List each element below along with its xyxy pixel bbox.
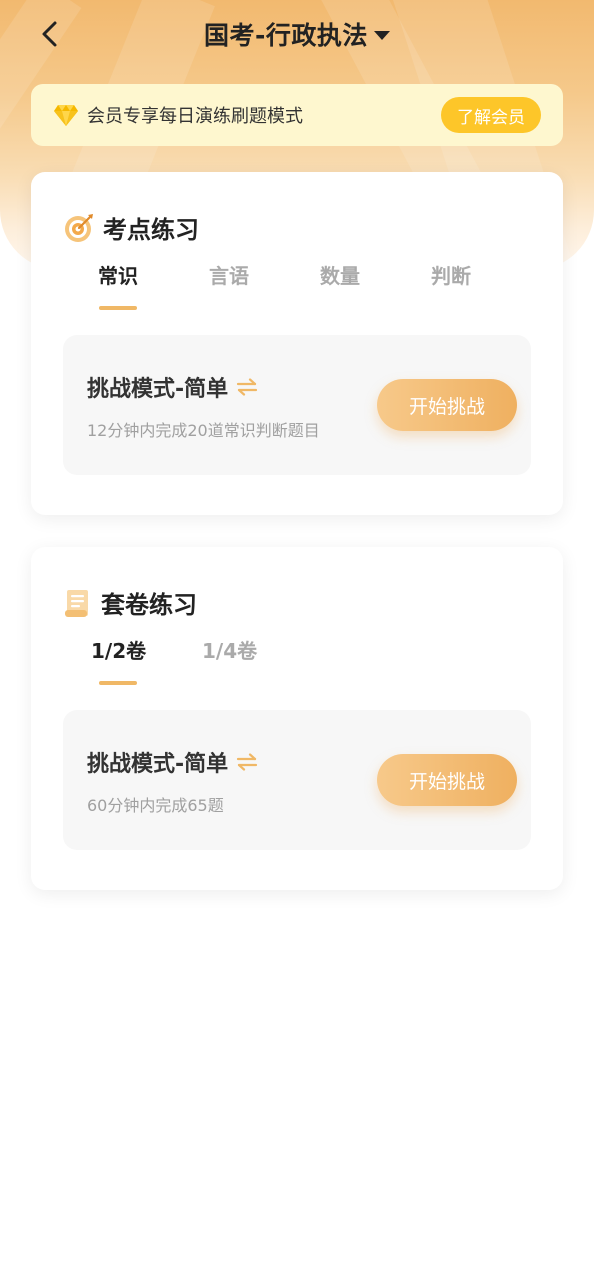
exam-selector[interactable]: 国考-行政执法 — [0, 16, 594, 52]
diamond-icon — [54, 105, 78, 126]
challenge-panel: 挑战模式-简单 60分钟内完成65题 开始挑战 — [63, 710, 531, 850]
paper-tabs: 1/2卷 1/4卷 — [31, 635, 563, 685]
document-icon — [65, 589, 88, 617]
tab-common-sense[interactable]: 常识 — [98, 260, 138, 289]
topic-practice-card: 考点练习 常识 言语 数量 判断 挑战模式-简单 12分钟内完成20道常识判断题… — [31, 172, 563, 515]
topic-practice-header: 考点练习 — [63, 210, 199, 245]
challenge-description: 60分钟内完成65题 — [87, 796, 224, 815]
swap-arrows-icon[interactable] — [236, 753, 258, 771]
active-tab-indicator — [99, 306, 137, 310]
tab-half-paper[interactable]: 1/2卷 — [91, 635, 146, 664]
challenge-panel: 挑战模式-简单 12分钟内完成20道常识判断题目 开始挑战 — [63, 335, 531, 475]
page-title: 国考-行政执法 — [204, 21, 368, 50]
challenge-mode-title: 挑战模式-简单 — [87, 377, 229, 402]
vip-banner: 会员专享每日演练刷题模式 了解会员 — [31, 84, 563, 146]
challenge-title-row: 挑战模式-简单 — [87, 371, 258, 403]
tab-quarter-paper[interactable]: 1/4卷 — [202, 635, 257, 664]
tab-quantity[interactable]: 数量 — [320, 260, 360, 289]
challenge-title-row: 挑战模式-简单 — [87, 746, 258, 778]
target-icon — [65, 213, 93, 242]
start-challenge-button[interactable]: 开始挑战 — [377, 754, 517, 806]
top-bar: 国考-行政执法 — [0, 0, 594, 70]
learn-membership-button[interactable]: 了解会员 — [441, 97, 541, 133]
page: 国考-行政执法 会员专享每日演练刷题模式 了解会员 考点练习 常识 言语 数量 … — [0, 0, 594, 1280]
swap-arrows-icon[interactable] — [236, 378, 258, 396]
paper-practice-title: 套卷练习 — [101, 591, 197, 619]
active-tab-indicator — [99, 681, 137, 685]
caret-down-icon — [373, 30, 390, 40]
start-challenge-button[interactable]: 开始挑战 — [377, 379, 517, 431]
topic-practice-title: 考点练习 — [103, 216, 199, 244]
paper-practice-card: 套卷练习 1/2卷 1/4卷 挑战模式-简单 60分钟内完成65题 开始挑战 — [31, 547, 563, 890]
vip-banner-text: 会员专享每日演练刷题模式 — [87, 106, 303, 127]
tab-judgment[interactable]: 判断 — [431, 260, 471, 289]
challenge-mode-title: 挑战模式-简单 — [87, 752, 229, 777]
topic-tabs: 常识 言语 数量 判断 — [31, 260, 563, 310]
tab-verbal[interactable]: 言语 — [209, 260, 249, 289]
challenge-description: 12分钟内完成20道常识判断题目 — [87, 421, 320, 440]
paper-practice-header: 套卷练习 — [63, 585, 197, 620]
